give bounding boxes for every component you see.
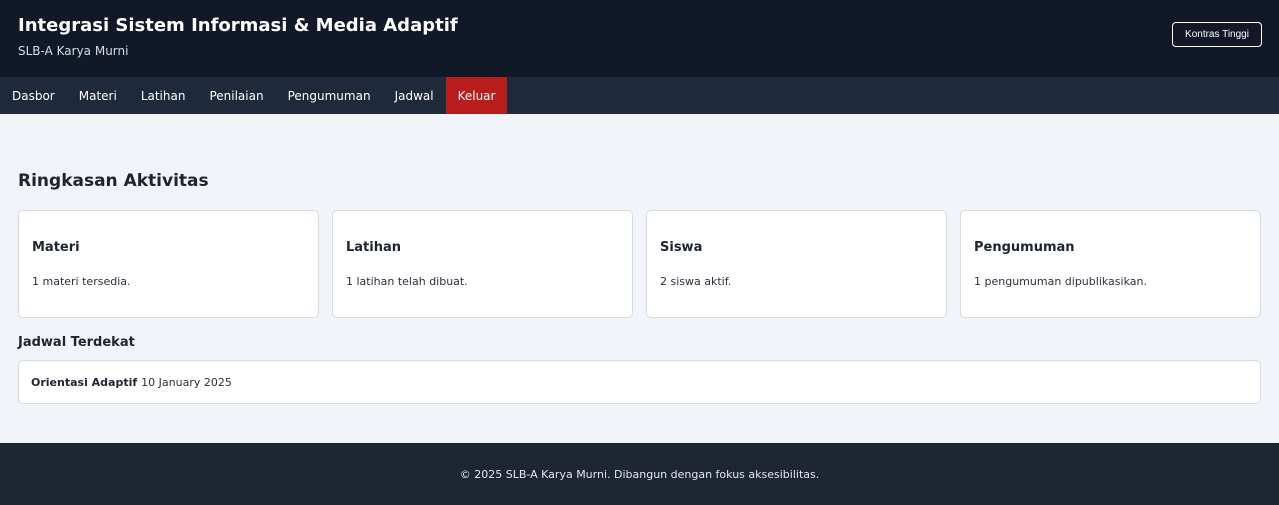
nav-item-penilaian[interactable]: Penilaian xyxy=(197,77,275,114)
nav-item-pengumuman[interactable]: Pengumuman xyxy=(276,77,383,114)
site-subtitle: SLB-A Karya Murni xyxy=(18,44,129,58)
high-contrast-button[interactable]: Kontras Tinggi xyxy=(1172,22,1262,47)
card-title: Latihan xyxy=(346,240,402,255)
card-title: Materi xyxy=(32,240,80,255)
nav-item-dasbor[interactable]: Dasbor xyxy=(0,77,67,114)
schedule-date: 10 January 2025 xyxy=(141,375,232,389)
summary-card-siswa: Siswa 2 siswa aktif. xyxy=(646,210,947,318)
section-title: Ringkasan Aktivitas xyxy=(18,171,209,191)
card-title: Siswa xyxy=(660,240,703,255)
site-footer: © 2025 SLB-A Karya Murni. Dibangun denga… xyxy=(0,443,1279,505)
nav-item-latihan[interactable]: Latihan xyxy=(129,77,198,114)
card-text: 2 siswa aktif. xyxy=(660,275,732,288)
card-text: 1 latihan telah dibuat. xyxy=(346,275,468,288)
summary-card-latihan: Latihan 1 latihan telah dibuat. xyxy=(332,210,633,318)
site-header: Integrasi Sistem Informasi & Media Adapt… xyxy=(0,0,1279,77)
schedule-name: Orientasi Adaptif xyxy=(31,375,138,389)
card-text: 1 pengumuman dipublikasikan. xyxy=(974,275,1147,288)
summary-card-pengumuman: Pengumuman 1 pengumuman dipublikasikan. xyxy=(960,210,1261,318)
logout-button[interactable]: Keluar xyxy=(445,77,508,114)
nav-item-jadwal[interactable]: Jadwal xyxy=(383,77,446,114)
main-nav: Dasbor Materi Latihan Penilaian Pengumum… xyxy=(0,77,1279,114)
card-title: Pengumuman xyxy=(974,240,1075,255)
nav-item-materi[interactable]: Materi xyxy=(67,77,129,114)
schedule-item: Orientasi Adaptif 10 January 2025 xyxy=(18,360,1261,404)
summary-cards: Materi 1 materi tersedia. Latihan 1 lati… xyxy=(18,210,1261,318)
card-text: 1 materi tersedia. xyxy=(32,275,131,288)
main-content: Ringkasan Aktivitas Materi 1 materi ters… xyxy=(0,114,1279,443)
schedule-heading: Jadwal Terdekat xyxy=(18,335,135,350)
footer-text: © 2025 SLB-A Karya Murni. Dibangun denga… xyxy=(459,467,820,481)
site-title: Integrasi Sistem Informasi & Media Adapt… xyxy=(18,15,458,36)
summary-card-materi: Materi 1 materi tersedia. xyxy=(18,210,319,318)
